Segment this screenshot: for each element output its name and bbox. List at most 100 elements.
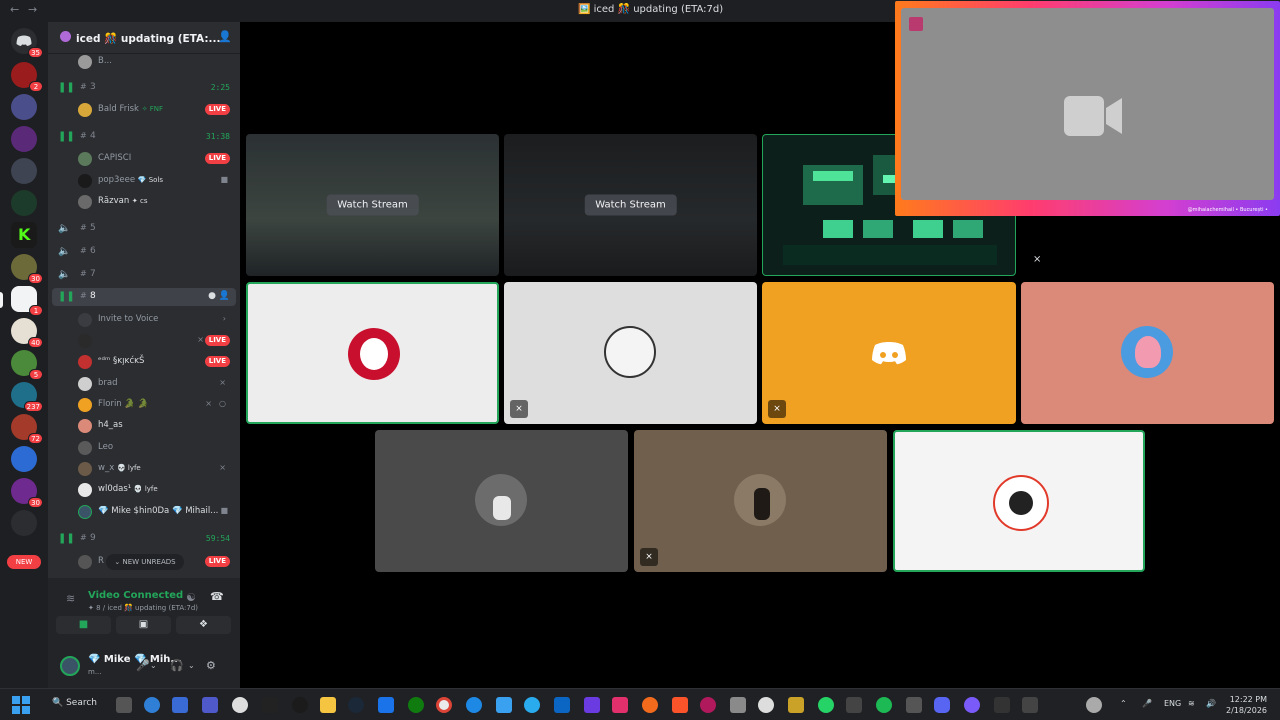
app-icon[interactable] <box>232 697 248 713</box>
app-icon[interactable] <box>964 697 980 713</box>
microphone-icon[interactable]: 🎤 <box>136 659 150 672</box>
camera-preview-overlay[interactable]: @mihaiachemihail • București • <box>895 1 1280 216</box>
brave-icon[interactable] <box>672 697 688 713</box>
steam-icon[interactable] <box>348 697 364 713</box>
add-member-icon[interactable]: 👤 <box>219 291 230 301</box>
server-header[interactable]: iced 🎊 updating (ETA:... ⌄ 👤 <box>48 22 240 54</box>
taskbar-search[interactable]: 🔍 Search <box>52 698 97 708</box>
server-icon[interactable]: K <box>11 222 37 248</box>
instagram-icon[interactable] <box>612 697 628 713</box>
voice-channel-3[interactable]: ❚❚ # 3 2:25 <box>52 79 236 97</box>
voice-channel-8[interactable]: ❚❚ # 8 ● 👤 <box>52 288 236 306</box>
screen-share-button[interactable]: ▣ <box>116 616 171 634</box>
camera-button[interactable]: ■ <box>56 616 111 634</box>
voice-user[interactable]: B... <box>74 52 234 73</box>
back-arrow-icon[interactable]: ← <box>10 3 19 16</box>
new-servers-badge[interactable]: NEW <box>7 555 41 569</box>
app-icon[interactable] <box>700 697 716 713</box>
participant-tile[interactable] <box>246 282 499 424</box>
chevron-up-icon[interactable]: ⌃ <box>1120 699 1127 708</box>
video-tile-partial[interactable]: ⨯ <box>1021 216 1274 276</box>
volume-icon[interactable]: 🔊 <box>1206 699 1216 708</box>
watch-stream-button[interactable]: Watch Stream <box>326 194 419 216</box>
chevron-down-icon[interactable]: ⌄ <box>188 661 195 670</box>
clock[interactable]: 12:22 PM 2/18/2026 <box>1226 694 1267 716</box>
app-icon[interactable] <box>584 697 600 713</box>
server-icon[interactable]: 30 <box>11 254 43 284</box>
headphones-icon[interactable]: 🎧 <box>170 659 184 672</box>
teams-icon[interactable] <box>202 697 218 713</box>
server-icon[interactable]: 5 <box>11 350 43 380</box>
microphone-icon[interactable]: 🎤 <box>1142 699 1152 708</box>
server-icon[interactable]: 1 <box>11 286 43 316</box>
chrome-icon[interactable] <box>436 697 452 713</box>
app-icon[interactable] <box>496 697 512 713</box>
invite-people-icon[interactable]: 👤 <box>218 30 232 43</box>
server-icon[interactable]: 72 <box>11 414 43 444</box>
server-icon[interactable] <box>11 510 37 536</box>
server-icon[interactable] <box>11 94 37 120</box>
whatsapp-icon[interactable] <box>818 697 834 713</box>
voice-channel-path[interactable]: ✦ 8 / iced 🎊 updating (ETA:7d) <box>88 604 198 612</box>
telegram-icon[interactable] <box>524 697 540 713</box>
activities-button[interactable]: ❖ <box>176 616 231 634</box>
file-explorer-icon[interactable] <box>320 697 336 713</box>
app-icon[interactable] <box>758 697 774 713</box>
xbox-icon[interactable] <box>408 697 424 713</box>
voice-user[interactable]: Leo <box>74 438 234 459</box>
server-icon[interactable] <box>11 158 37 184</box>
watch-stream-button[interactable]: Watch Stream <box>584 194 677 216</box>
invite-to-voice[interactable]: Invite to Voice › <box>74 310 234 331</box>
signal-icon[interactable]: ≋ <box>66 592 75 605</box>
current-user-name[interactable]: 💎 Mike 💎 Mih... <box>88 654 182 665</box>
disconnect-icon[interactable]: ☎ <box>210 590 224 603</box>
voice-user[interactable]: wl0das¹ 💀 lyfe <box>74 480 234 501</box>
chat-bubble-icon[interactable]: ● <box>208 291 216 301</box>
chevron-down-icon[interactable]: ⌄ <box>196 30 204 40</box>
voice-channel-6[interactable]: 🔈 # 6 <box>52 243 236 261</box>
voice-channel-7[interactable]: 🔈 # 7 <box>52 266 236 284</box>
chevron-down-icon[interactable]: ⌄ <box>150 661 157 670</box>
voice-user[interactable]: ᵉᵈᵐ §ĸı̧ĸćĸŠ LIVE <box>74 352 234 373</box>
spotify-icon[interactable] <box>876 697 892 713</box>
participant-tile[interactable] <box>1021 282 1274 424</box>
voice-user[interactable]: Florin 🐊 🐊 ⨯ ○ <box>74 395 234 416</box>
user-avatar[interactable] <box>60 656 80 676</box>
app-icon[interactable] <box>846 697 862 713</box>
voice-channel-5[interactable]: 🔈 # 5 <box>52 220 236 238</box>
server-icon[interactable] <box>11 190 37 216</box>
voice-user[interactable]: brad ⨯ <box>74 374 234 395</box>
discord-taskbar-icon[interactable] <box>934 697 950 713</box>
app-icon[interactable] <box>1022 697 1038 713</box>
voice-user[interactable]: Răzvan ✦ cs <box>74 192 234 213</box>
participant-tile[interactable] <box>375 430 628 572</box>
voice-user[interactable]: h4_as <box>74 416 234 437</box>
server-icon[interactable] <box>11 126 37 152</box>
stream-tile[interactable]: Watch Stream <box>504 134 757 276</box>
voice-user[interactable]: Bald Frisk ✧ FNF LIVE <box>74 100 234 121</box>
participant-tile[interactable] <box>893 430 1145 572</box>
app-icon[interactable] <box>994 697 1010 713</box>
edge-icon[interactable] <box>144 697 160 713</box>
discord-home-icon[interactable]: 35 <box>11 28 43 58</box>
voice-user[interactable]: pop3eee 💎 Sols ■ <box>74 171 234 192</box>
server-icon[interactable]: 2 <box>11 62 43 92</box>
new-unreads-button[interactable]: ⌄ NEW UNREADS <box>106 554 184 570</box>
app-icon[interactable] <box>788 697 804 713</box>
noise-suppression-icon[interactable]: ☯ <box>186 591 196 604</box>
server-icon[interactable] <box>11 446 37 472</box>
forward-arrow-icon[interactable]: → <box>28 3 37 16</box>
app-icon[interactable] <box>642 697 658 713</box>
stream-tile[interactable]: Watch Stream <box>246 134 499 276</box>
windows-start-icon[interactable] <box>12 696 30 714</box>
app-icon[interactable] <box>378 697 394 713</box>
participant-tile[interactable]: ⨯ <box>504 282 757 424</box>
store-icon[interactable] <box>172 697 188 713</box>
app-icon[interactable] <box>906 697 922 713</box>
server-icon[interactable]: 237 <box>11 382 43 412</box>
voice-user[interactable]: CAPISCI LIVE <box>74 149 234 170</box>
participant-tile[interactable]: ⨯ <box>634 430 887 572</box>
app-icon[interactable] <box>292 697 308 713</box>
weather-icon[interactable] <box>1086 697 1102 713</box>
settings-gear-icon[interactable]: ⚙ <box>206 659 216 672</box>
